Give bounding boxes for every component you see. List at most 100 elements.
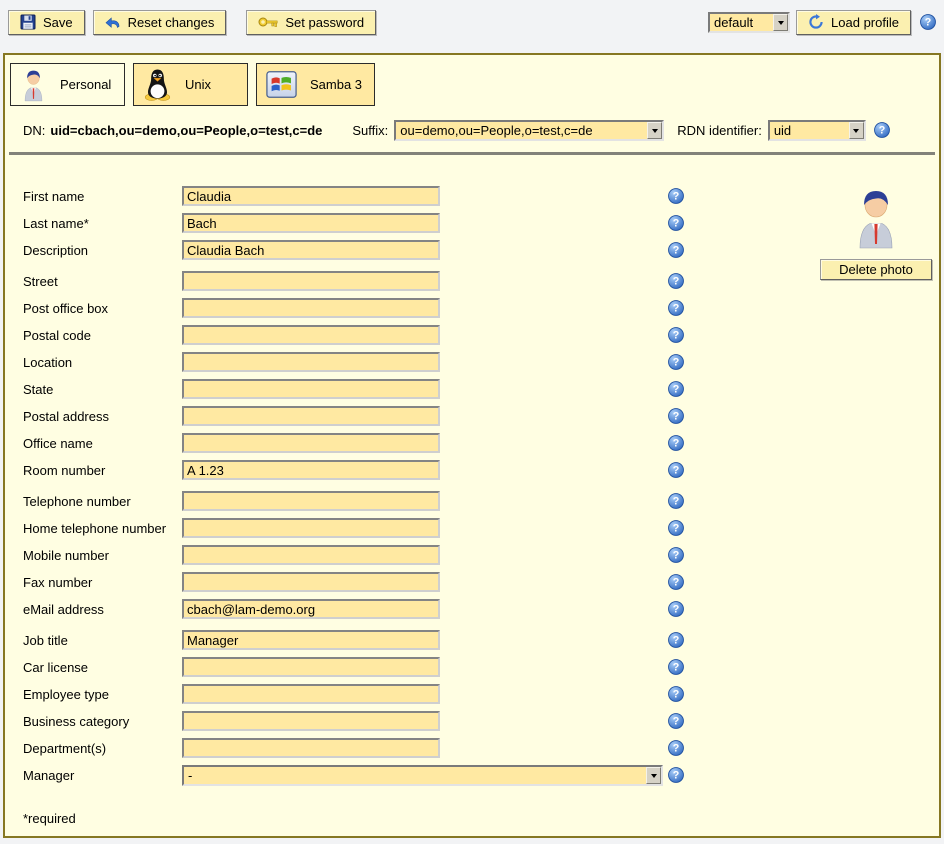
employee-type-input[interactable] [182, 684, 440, 704]
svg-text:?: ? [673, 411, 680, 423]
form-row-car-license: Car license ? [5, 657, 939, 677]
reset-changes-button[interactable]: Reset changes [93, 10, 227, 35]
form-row-street: Street ? [5, 271, 939, 291]
save-button-label: Save [43, 15, 73, 30]
help-icon[interactable]: ? [668, 300, 684, 316]
tab-samba[interactable]: Samba 3 [256, 63, 375, 106]
svg-text:?: ? [673, 604, 680, 616]
field-label: eMail address [23, 602, 182, 617]
help-icon[interactable]: ? [668, 493, 684, 509]
required-note: *required [23, 811, 939, 826]
divider [9, 152, 935, 155]
help-icon[interactable]: ? [668, 327, 684, 343]
field-label: Description [23, 243, 182, 258]
field-label: Location [23, 355, 182, 370]
svg-text:?: ? [673, 662, 680, 674]
svg-text:?: ? [925, 17, 932, 29]
email-address-input[interactable] [182, 599, 440, 619]
departments-input[interactable] [182, 738, 440, 758]
field-label: Last name* [23, 216, 182, 231]
office-name-input[interactable] [182, 433, 440, 453]
location-input[interactable] [182, 352, 440, 372]
help-icon[interactable]: ? [874, 122, 890, 138]
key-icon [258, 16, 278, 28]
form-row-mobile-number: Mobile number ? [5, 545, 939, 565]
tab-personal[interactable]: Personal [10, 63, 125, 106]
rdn-select[interactable]: uid [768, 120, 866, 141]
postal-address-input[interactable] [182, 406, 440, 426]
help-icon[interactable]: ? [668, 215, 684, 231]
room-number-input[interactable] [182, 460, 440, 480]
dropdown-arrow-icon[interactable] [647, 122, 662, 139]
help-icon[interactable]: ? [668, 659, 684, 675]
form-row-email-address: eMail address ? [5, 599, 939, 619]
last-name-input[interactable] [182, 213, 440, 233]
profile-controls: default Load profile ? [708, 10, 936, 35]
job-title-input[interactable] [182, 630, 440, 650]
telephone-number-input[interactable] [182, 491, 440, 511]
dn-bar: DN: uid=cbach,ou=demo,ou=People,o=test,c… [23, 119, 929, 141]
form-row-home-telephone-number: Home telephone number ? [5, 518, 939, 538]
field-label: Mobile number [23, 548, 182, 563]
form-row-room-number: Room number ? [5, 460, 939, 480]
svg-text:?: ? [673, 276, 680, 288]
form-row-telephone-number: Telephone number ? [5, 491, 939, 511]
tab-unix-label: Unix [185, 77, 211, 92]
field-label: Job title [23, 633, 182, 648]
help-icon[interactable]: ? [668, 686, 684, 702]
car-license-input[interactable] [182, 657, 440, 677]
help-icon[interactable]: ? [668, 740, 684, 756]
mobile-number-input[interactable] [182, 545, 440, 565]
fax-number-input[interactable] [182, 572, 440, 592]
delete-photo-button[interactable]: Delete photo [820, 259, 932, 280]
state-input[interactable] [182, 379, 440, 399]
street-input[interactable] [182, 271, 440, 291]
help-icon[interactable]: ? [668, 574, 684, 590]
account-panel: Personal Unix [3, 53, 941, 838]
help-icon[interactable]: ? [668, 462, 684, 478]
help-icon[interactable]: ? [668, 520, 684, 536]
floppy-disk-icon [20, 14, 36, 30]
suffix-select[interactable]: ou=demo,ou=People,o=test,c=de [394, 120, 664, 141]
profile-select[interactable]: default [708, 12, 790, 33]
dropdown-arrow-icon[interactable] [849, 122, 864, 139]
field-label: Postal code [23, 328, 182, 343]
home-telephone-number-input[interactable] [182, 518, 440, 538]
dropdown-arrow-icon[interactable] [646, 767, 661, 784]
svg-text:?: ? [673, 689, 680, 701]
help-icon[interactable]: ? [668, 381, 684, 397]
first-name-input[interactable] [182, 186, 440, 206]
help-icon[interactable]: ? [668, 408, 684, 424]
dropdown-arrow-icon[interactable] [773, 14, 788, 31]
post-office-box-input[interactable] [182, 298, 440, 318]
business-category-input[interactable] [182, 711, 440, 731]
save-button[interactable]: Save [8, 10, 85, 35]
svg-text:?: ? [673, 465, 680, 477]
help-icon[interactable]: ? [920, 14, 936, 30]
set-password-button[interactable]: Set password [246, 10, 376, 35]
windows-icon [266, 71, 297, 98]
help-icon[interactable]: ? [668, 435, 684, 451]
manager-select[interactable]: - [182, 765, 663, 786]
help-icon[interactable]: ? [668, 547, 684, 563]
svg-text:?: ? [673, 550, 680, 562]
help-icon[interactable]: ? [668, 767, 684, 783]
load-profile-label: Load profile [831, 15, 899, 30]
description-input[interactable] [182, 240, 440, 260]
help-icon[interactable]: ? [668, 273, 684, 289]
help-icon[interactable]: ? [668, 632, 684, 648]
field-label: Car license [23, 660, 182, 675]
form-row-location: Location ? [5, 352, 939, 372]
postal-code-input[interactable] [182, 325, 440, 345]
tab-unix[interactable]: Unix [133, 63, 248, 106]
help-icon[interactable]: ? [668, 188, 684, 204]
rdn-select-value: uid [770, 123, 849, 138]
field-label: Department(s) [23, 741, 182, 756]
help-icon[interactable]: ? [668, 713, 684, 729]
form-row-fax-number: Fax number ? [5, 572, 939, 592]
field-label: Business category [23, 714, 182, 729]
help-icon[interactable]: ? [668, 354, 684, 370]
help-icon[interactable]: ? [668, 601, 684, 617]
load-profile-button[interactable]: Load profile [796, 10, 911, 35]
help-icon[interactable]: ? [668, 242, 684, 258]
